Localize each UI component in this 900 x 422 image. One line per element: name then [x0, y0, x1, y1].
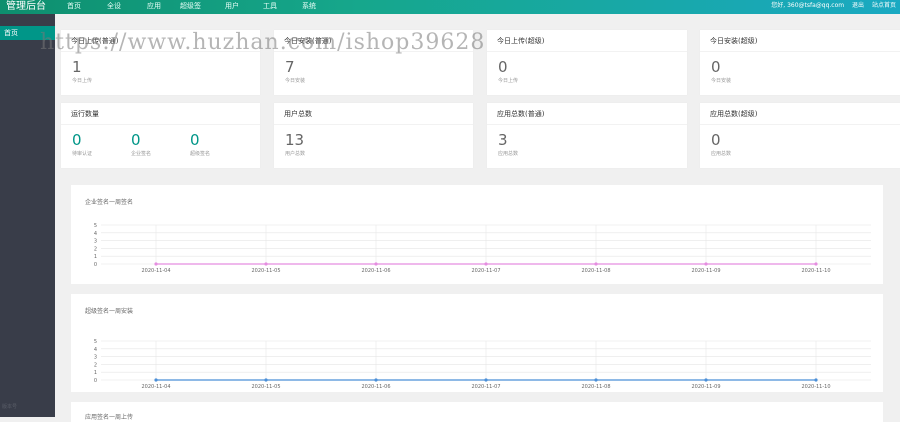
stat-label: 今日上传	[72, 78, 93, 84]
data-point	[154, 378, 158, 382]
data-point	[484, 262, 488, 266]
nav-apps[interactable]: 应用	[147, 0, 161, 14]
y-tick-label: 3	[94, 355, 97, 361]
card-title: 用户总数	[274, 103, 473, 125]
x-tick-label: 2020-11-09	[691, 268, 720, 274]
data-point	[484, 378, 488, 382]
chart-card-apps: 应用签名一周上传	[71, 402, 883, 422]
card-title: 今日安装(普通)	[274, 30, 473, 52]
logout-link[interactable]: 退出	[852, 2, 864, 9]
y-tick-label: 0	[94, 378, 97, 384]
nav-system[interactable]: 系统	[302, 0, 316, 14]
card-title: 应用总数(超级)	[700, 103, 900, 125]
nav-users[interactable]: 用户	[225, 0, 239, 14]
nav-settings[interactable]: 全设	[107, 0, 121, 14]
y-tick-label: 2	[94, 362, 97, 368]
running-label-verify: 待审认证	[72, 151, 93, 157]
stat-card-upload-super: 今日上传(超级) 0 今日上传	[487, 30, 687, 95]
user-greeting[interactable]: 您好, 360@tsfa@qq.com	[771, 2, 844, 9]
chart-card-enterprise: 企业签名一周签名 0 1 2 3 4 5 2020-11-04 2020-11-05 2020-…	[71, 185, 883, 284]
line-chart-enterprise: 0123452020-11-04 2020-11-05 2020-11-06 2020…	[94, 223, 871, 274]
card-title: 今日安装(超级)	[700, 30, 900, 52]
main-content: 今日上传(普通) 1 今日上传 今日安装(普通) 7 今日安装 今日上传(超级)…	[55, 14, 900, 422]
x-tick-label: 2020-11-04	[141, 384, 170, 390]
stat-label: 用户总数	[285, 151, 306, 157]
x-tick-label: 2020-11-10	[801, 268, 830, 274]
nav-home[interactable]: 首页	[67, 0, 81, 14]
card-title: 运行数量	[61, 103, 260, 125]
y-tick-label: 4	[94, 231, 97, 237]
data-point	[264, 262, 268, 266]
x-tick-label: 2020-11-06	[361, 384, 390, 390]
stat-label: 今日安装	[285, 78, 306, 84]
stat-card-install-super: 今日安装(超级) 0 今日安装	[700, 30, 900, 95]
stat-card-install-normal: 今日安装(普通) 7 今日安装	[274, 30, 473, 95]
running-value-super: 0	[190, 131, 200, 149]
stat-value: 13	[285, 131, 305, 149]
x-tick-label: 2020-11-07	[471, 268, 500, 274]
x-tick-label: 2020-11-04	[141, 268, 170, 274]
data-point	[374, 262, 378, 266]
stat-card-users-total: 用户总数 13 用户总数	[274, 103, 473, 168]
y-tick-label: 1	[94, 254, 97, 260]
x-tick-label: 2020-11-05	[251, 384, 280, 390]
nav-super-sign[interactable]: 超级签	[180, 0, 201, 14]
data-point	[374, 378, 378, 382]
running-value-enterprise: 0	[131, 131, 141, 149]
x-tick-label: 2020-11-08	[581, 268, 610, 274]
chart-card-super: 超级签名一周安装 0 1 2 3 4 5 2020-11-04 2020-11-05 2020-…	[71, 294, 883, 392]
nav-tools[interactable]: 工具	[263, 0, 277, 14]
stat-value: 7	[285, 58, 295, 76]
data-point	[704, 378, 708, 382]
stat-value: 1	[72, 58, 82, 76]
running-label-super: 超级签名	[190, 151, 211, 157]
x-tick-label: 2020-11-07	[471, 384, 500, 390]
sidebar-item-home[interactable]: 首页	[0, 26, 55, 40]
y-tick-label: 5	[94, 339, 97, 345]
y-tick-label: 1	[94, 370, 97, 376]
stat-label: 今日上传	[498, 78, 519, 84]
y-tick-label: 5	[94, 223, 97, 229]
brand-title: 管理后台	[6, 1, 46, 12]
stat-card-apps-super: 应用总数(超级) 0 应用总数	[700, 103, 900, 168]
data-point	[814, 378, 818, 382]
stat-card-apps-normal: 应用总数(普通) 3 应用总数	[487, 103, 687, 168]
y-tick-label: 2	[94, 246, 97, 252]
data-point	[154, 262, 158, 266]
card-title: 今日上传(普通)	[61, 30, 260, 52]
running-count-card: 运行数量 0 待审认证 0 企业签名 0 超级签名	[61, 103, 260, 168]
data-point	[704, 262, 708, 266]
stat-label: 今日安装	[711, 78, 732, 84]
x-tick-label: 2020-11-08	[581, 384, 610, 390]
data-point	[814, 262, 818, 266]
site-home-link[interactable]: 站点首页	[872, 2, 896, 9]
stat-value: 0	[498, 58, 508, 76]
running-value-verify: 0	[72, 131, 82, 149]
x-tick-label: 2020-11-06	[361, 268, 390, 274]
running-label-enterprise: 企业签名	[131, 151, 152, 157]
card-title: 今日上传(超级)	[487, 30, 687, 52]
y-tick-label: 4	[94, 347, 97, 353]
x-tick-label: 2020-11-09	[691, 384, 720, 390]
x-tick-label: 2020-11-10	[801, 384, 830, 390]
stat-card-upload-normal: 今日上传(普通) 1 今日上传	[61, 30, 260, 95]
top-header: 管理后台 首页 全设 应用 超级签 用户 工具 系统 您好, 360@tsfa@…	[0, 0, 900, 14]
sidebar: 首页 版本号	[0, 14, 55, 417]
stat-value: 0	[711, 131, 721, 149]
user-area: 您好, 360@tsfa@qq.com 退出 站点首页	[765, 0, 896, 14]
data-point	[594, 378, 598, 382]
y-tick-label: 3	[94, 239, 97, 245]
x-tick-label: 2020-11-05	[251, 268, 280, 274]
y-tick-label: 0	[94, 262, 97, 268]
card-title: 应用总数(普通)	[487, 103, 687, 125]
stat-value: 3	[498, 131, 508, 149]
line-chart-super: 0123452020-11-04 2020-11-05 2020-11-06 2020…	[94, 339, 871, 390]
data-point	[594, 262, 598, 266]
stat-label: 应用总数	[711, 151, 732, 157]
data-point	[264, 378, 268, 382]
sidebar-footer: 版本号	[2, 404, 18, 410]
stat-label: 应用总数	[498, 151, 519, 157]
stat-value: 0	[711, 58, 721, 76]
